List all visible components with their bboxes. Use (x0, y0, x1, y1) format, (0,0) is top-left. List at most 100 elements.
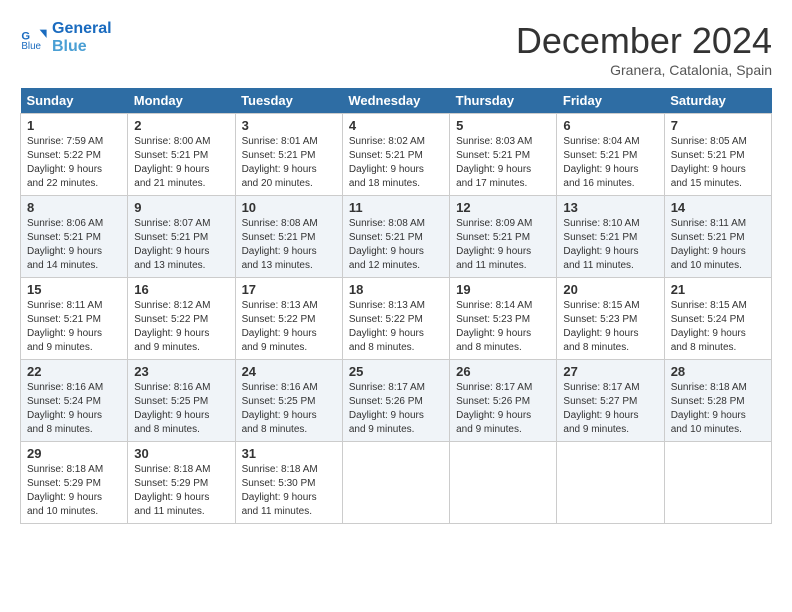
day-number: 1 (27, 118, 121, 133)
day-number: 23 (134, 364, 228, 379)
calendar-cell: 8 Sunrise: 8:06 AM Sunset: 5:21 PM Dayli… (21, 196, 128, 278)
day-number: 2 (134, 118, 228, 133)
day-info: Sunrise: 8:18 AM Sunset: 5:29 PM Dayligh… (134, 463, 228, 519)
day-number: 3 (242, 118, 336, 133)
day-info: Sunrise: 8:11 AM Sunset: 5:21 PM Dayligh… (27, 299, 121, 355)
day-info: Sunrise: 8:11 AM Sunset: 5:21 PM Dayligh… (671, 217, 765, 273)
col-header-wednesday: Wednesday (342, 88, 449, 114)
calendar-cell: 16 Sunrise: 8:12 AM Sunset: 5:22 PM Dayl… (128, 278, 235, 360)
day-info: Sunrise: 8:09 AM Sunset: 5:21 PM Dayligh… (456, 217, 550, 273)
calendar-cell: 23 Sunrise: 8:16 AM Sunset: 5:25 PM Dayl… (128, 360, 235, 442)
calendar-week-5: 29 Sunrise: 8:18 AM Sunset: 5:29 PM Dayl… (21, 442, 772, 524)
calendar-cell: 25 Sunrise: 8:17 AM Sunset: 5:26 PM Dayl… (342, 360, 449, 442)
day-number: 24 (242, 364, 336, 379)
calendar-cell (557, 442, 664, 524)
calendar-cell: 6 Sunrise: 8:04 AM Sunset: 5:21 PM Dayli… (557, 114, 664, 196)
day-info: Sunrise: 8:18 AM Sunset: 5:28 PM Dayligh… (671, 381, 765, 437)
day-info: Sunrise: 8:18 AM Sunset: 5:29 PM Dayligh… (27, 463, 121, 519)
calendar-cell: 18 Sunrise: 8:13 AM Sunset: 5:22 PM Dayl… (342, 278, 449, 360)
day-info: Sunrise: 8:14 AM Sunset: 5:23 PM Dayligh… (456, 299, 550, 355)
page-header: G Blue General Blue December 2024 Graner… (20, 20, 772, 78)
svg-text:Blue: Blue (21, 41, 41, 52)
day-number: 8 (27, 200, 121, 215)
day-info: Sunrise: 8:17 AM Sunset: 5:26 PM Dayligh… (349, 381, 443, 437)
day-info: Sunrise: 8:05 AM Sunset: 5:21 PM Dayligh… (671, 135, 765, 191)
calendar-cell: 4 Sunrise: 8:02 AM Sunset: 5:21 PM Dayli… (342, 114, 449, 196)
col-header-friday: Friday (557, 88, 664, 114)
day-number: 17 (242, 282, 336, 297)
day-info: Sunrise: 8:08 AM Sunset: 5:21 PM Dayligh… (349, 217, 443, 273)
day-number: 30 (134, 446, 228, 461)
day-info: Sunrise: 8:00 AM Sunset: 5:21 PM Dayligh… (134, 135, 228, 191)
col-header-saturday: Saturday (664, 88, 771, 114)
calendar-cell: 31 Sunrise: 8:18 AM Sunset: 5:30 PM Dayl… (235, 442, 342, 524)
day-number: 13 (563, 200, 657, 215)
month-title: December 2024 (516, 20, 772, 62)
col-header-thursday: Thursday (450, 88, 557, 114)
calendar-cell: 20 Sunrise: 8:15 AM Sunset: 5:23 PM Dayl… (557, 278, 664, 360)
calendar-cell: 28 Sunrise: 8:18 AM Sunset: 5:28 PM Dayl… (664, 360, 771, 442)
logo-icon: G Blue (20, 24, 48, 52)
day-info: Sunrise: 8:08 AM Sunset: 5:21 PM Dayligh… (242, 217, 336, 273)
day-info: Sunrise: 8:04 AM Sunset: 5:21 PM Dayligh… (563, 135, 657, 191)
calendar-table: SundayMondayTuesdayWednesdayThursdayFrid… (20, 88, 772, 524)
day-info: Sunrise: 8:17 AM Sunset: 5:26 PM Dayligh… (456, 381, 550, 437)
calendar-cell: 1 Sunrise: 7:59 AM Sunset: 5:22 PM Dayli… (21, 114, 128, 196)
day-number: 18 (349, 282, 443, 297)
day-number: 14 (671, 200, 765, 215)
calendar-cell: 24 Sunrise: 8:16 AM Sunset: 5:25 PM Dayl… (235, 360, 342, 442)
calendar-cell: 21 Sunrise: 8:15 AM Sunset: 5:24 PM Dayl… (664, 278, 771, 360)
calendar-cell: 30 Sunrise: 8:18 AM Sunset: 5:29 PM Dayl… (128, 442, 235, 524)
day-number: 28 (671, 364, 765, 379)
day-info: Sunrise: 8:16 AM Sunset: 5:25 PM Dayligh… (242, 381, 336, 437)
day-info: Sunrise: 8:12 AM Sunset: 5:22 PM Dayligh… (134, 299, 228, 355)
day-number: 19 (456, 282, 550, 297)
day-info: Sunrise: 8:15 AM Sunset: 5:24 PM Dayligh… (671, 299, 765, 355)
day-info: Sunrise: 8:16 AM Sunset: 5:25 PM Dayligh… (134, 381, 228, 437)
day-number: 12 (456, 200, 550, 215)
day-info: Sunrise: 8:15 AM Sunset: 5:23 PM Dayligh… (563, 299, 657, 355)
calendar-cell: 9 Sunrise: 8:07 AM Sunset: 5:21 PM Dayli… (128, 196, 235, 278)
calendar-cell: 27 Sunrise: 8:17 AM Sunset: 5:27 PM Dayl… (557, 360, 664, 442)
day-info: Sunrise: 8:02 AM Sunset: 5:21 PM Dayligh… (349, 135, 443, 191)
calendar-week-1: 1 Sunrise: 7:59 AM Sunset: 5:22 PM Dayli… (21, 114, 772, 196)
day-info: Sunrise: 8:07 AM Sunset: 5:21 PM Dayligh… (134, 217, 228, 273)
day-info: Sunrise: 8:10 AM Sunset: 5:21 PM Dayligh… (563, 217, 657, 273)
calendar-cell: 12 Sunrise: 8:09 AM Sunset: 5:21 PM Dayl… (450, 196, 557, 278)
day-info: Sunrise: 8:16 AM Sunset: 5:24 PM Dayligh… (27, 381, 121, 437)
title-block: December 2024 Granera, Catalonia, Spain (516, 20, 772, 78)
day-number: 11 (349, 200, 443, 215)
calendar-cell (342, 442, 449, 524)
calendar-cell: 10 Sunrise: 8:08 AM Sunset: 5:21 PM Dayl… (235, 196, 342, 278)
calendar-cell: 11 Sunrise: 8:08 AM Sunset: 5:21 PM Dayl… (342, 196, 449, 278)
day-number: 29 (27, 446, 121, 461)
day-info: Sunrise: 7:59 AM Sunset: 5:22 PM Dayligh… (27, 135, 121, 191)
calendar-cell: 22 Sunrise: 8:16 AM Sunset: 5:24 PM Dayl… (21, 360, 128, 442)
day-info: Sunrise: 8:01 AM Sunset: 5:21 PM Dayligh… (242, 135, 336, 191)
day-info: Sunrise: 8:06 AM Sunset: 5:21 PM Dayligh… (27, 217, 121, 273)
calendar-week-2: 8 Sunrise: 8:06 AM Sunset: 5:21 PM Dayli… (21, 196, 772, 278)
day-number: 15 (27, 282, 121, 297)
calendar-cell: 17 Sunrise: 8:13 AM Sunset: 5:22 PM Dayl… (235, 278, 342, 360)
calendar-cell: 15 Sunrise: 8:11 AM Sunset: 5:21 PM Dayl… (21, 278, 128, 360)
calendar-cell: 14 Sunrise: 8:11 AM Sunset: 5:21 PM Dayl… (664, 196, 771, 278)
day-number: 10 (242, 200, 336, 215)
location-subtitle: Granera, Catalonia, Spain (516, 62, 772, 78)
day-info: Sunrise: 8:03 AM Sunset: 5:21 PM Dayligh… (456, 135, 550, 191)
day-number: 21 (671, 282, 765, 297)
calendar-cell: 5 Sunrise: 8:03 AM Sunset: 5:21 PM Dayli… (450, 114, 557, 196)
day-info: Sunrise: 8:17 AM Sunset: 5:27 PM Dayligh… (563, 381, 657, 437)
calendar-cell: 19 Sunrise: 8:14 AM Sunset: 5:23 PM Dayl… (450, 278, 557, 360)
day-number: 5 (456, 118, 550, 133)
calendar-cell: 2 Sunrise: 8:00 AM Sunset: 5:21 PM Dayli… (128, 114, 235, 196)
day-number: 16 (134, 282, 228, 297)
day-number: 22 (27, 364, 121, 379)
calendar-cell (450, 442, 557, 524)
day-number: 4 (349, 118, 443, 133)
col-header-monday: Monday (128, 88, 235, 114)
day-info: Sunrise: 8:13 AM Sunset: 5:22 PM Dayligh… (349, 299, 443, 355)
day-number: 6 (563, 118, 657, 133)
day-number: 31 (242, 446, 336, 461)
day-number: 20 (563, 282, 657, 297)
day-info: Sunrise: 8:13 AM Sunset: 5:22 PM Dayligh… (242, 299, 336, 355)
